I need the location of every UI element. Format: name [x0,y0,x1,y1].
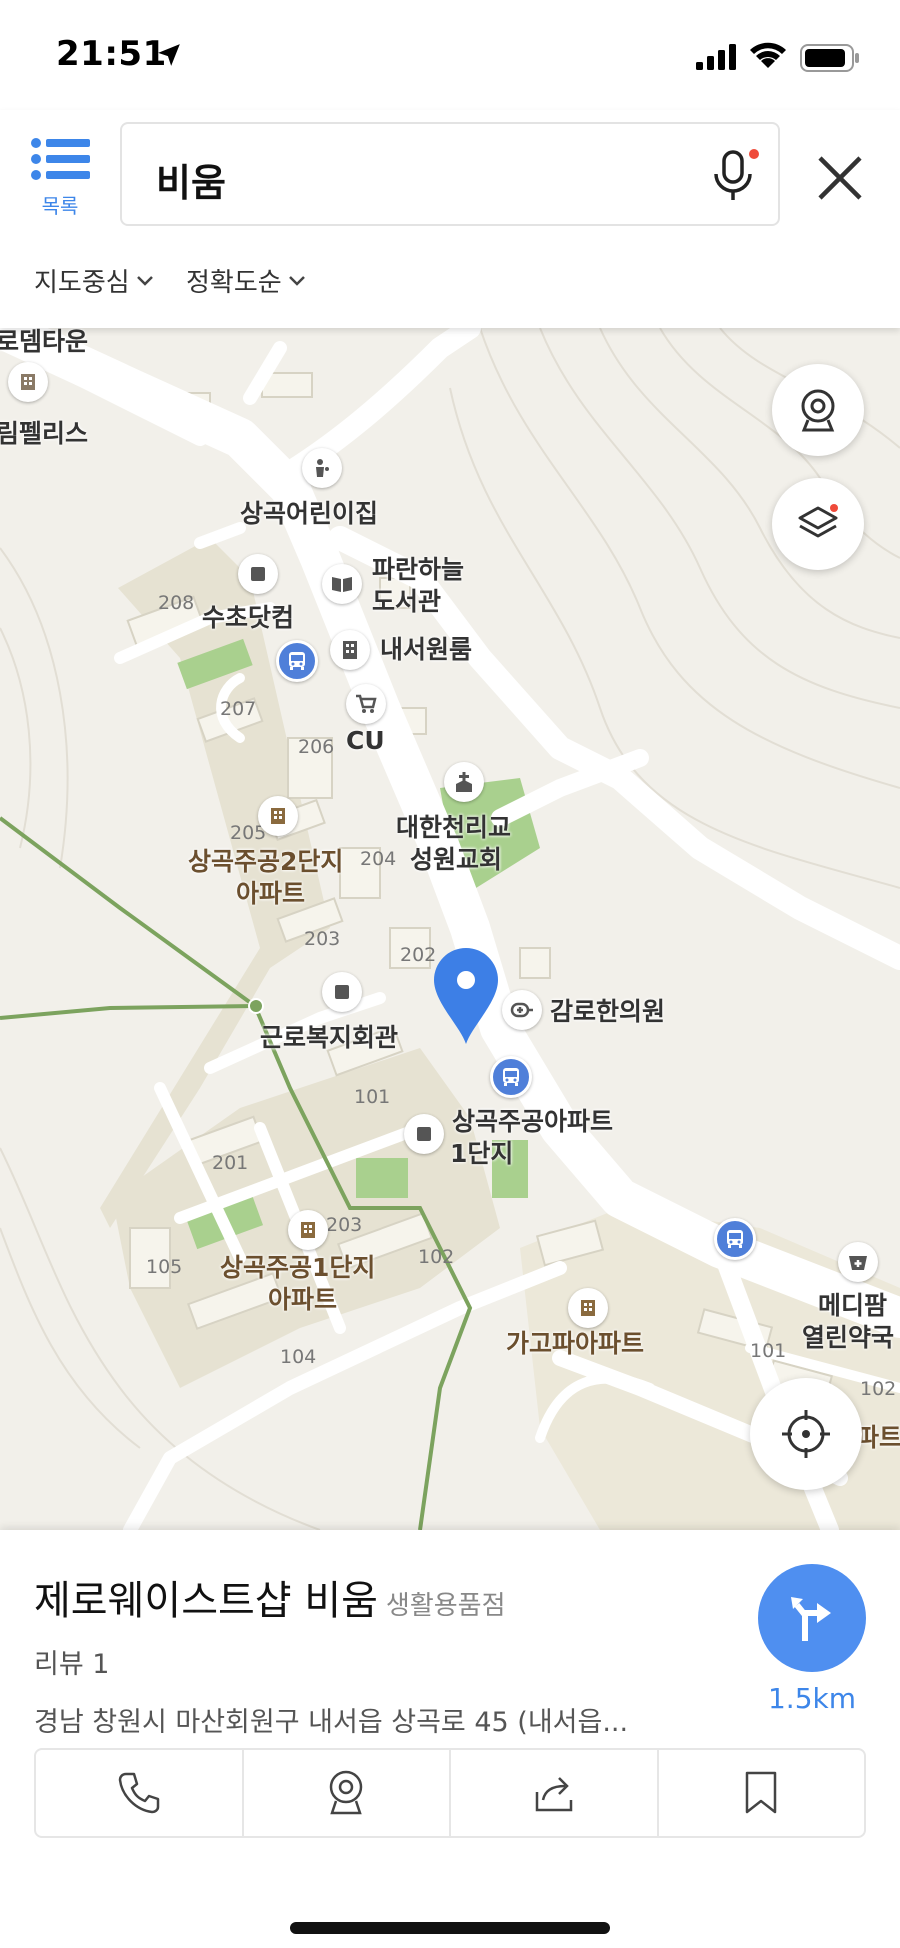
map-label: 1단지 [450,1139,514,1168]
call-button[interactable] [36,1750,244,1836]
phone-icon [118,1772,159,1814]
map-label: 상곡주공아파트 [452,1107,614,1136]
pharmacy-icon[interactable] [838,1242,878,1282]
building-icon[interactable] [330,630,370,670]
building-number: 203 [326,1214,363,1236]
daycare-icon[interactable] [302,448,342,488]
distance-label: 1.5km [767,1682,857,1715]
building-number: 105 [146,1256,183,1278]
bus-stop-icon[interactable] [714,1218,756,1260]
place-address: 경남 창원시 마산회원구 내서읍 상곡로 45 (내서읍... [34,1707,629,1738]
building-number: 102 [418,1246,455,1268]
bookmark-button[interactable] [659,1750,865,1836]
map-label: 파란하늘 [372,555,465,584]
close-icon[interactable] [812,150,868,206]
chevron-down-icon [136,275,153,286]
directions-icon [791,1597,831,1641]
share-button[interactable] [451,1750,659,1836]
map-label: CU [346,726,385,755]
map-label: 도서관 [372,587,442,616]
map-label: 로뎀타운 [0,328,89,356]
search-value: 비움 [156,161,226,205]
map-label: 근로복지회관 [260,1023,399,1052]
current-location-button[interactable] [750,1378,862,1490]
selected-place-pin-icon[interactable] [430,946,502,1046]
microphone-icon[interactable] [704,146,764,206]
street-view-action-button[interactable] [244,1750,451,1836]
map-label: 내서원룸 [380,635,473,664]
map-label: 수초닷컴 [202,603,295,632]
place-title: 제로웨이스트샵 비움 [34,1578,378,1624]
apartment-icon[interactable] [568,1288,608,1328]
search-input[interactable]: 비움 [120,122,780,226]
location-arrow-icon [158,44,180,66]
store-icon[interactable] [238,554,278,594]
street-view-button[interactable] [772,364,864,456]
building-number: 203 [304,928,341,950]
map-label: 감로한의원 [550,997,666,1026]
building-number: 206 [298,736,335,758]
filter-label: 정확도순 [186,268,282,298]
list-button[interactable]: 목록 [28,136,92,226]
status-bar: 21:51 [0,0,900,110]
store-icon[interactable] [404,1114,444,1154]
home-indicator[interactable] [290,1922,610,1934]
map-view[interactable]: 로뎀타운 림펠리스 상곡어린이집 파란하늘 도서관 수초닷컴 내서원룸 CU 대… [0,328,900,1530]
building-number: 101 [750,1340,787,1362]
map-label: 상곡주공2단지 [188,847,344,876]
map-label: 가고파아파트 [506,1329,645,1358]
building-number: 207 [220,698,257,720]
signal-icon [696,44,736,70]
library-icon[interactable] [322,564,362,604]
map-label: 상곡주공1단지 [220,1253,376,1282]
apartment-icon[interactable] [258,796,298,836]
filter-accuracy[interactable]: 정확도순 [186,262,306,299]
map-label: 메디팜 [818,1291,888,1320]
action-bar [34,1748,866,1838]
clinic-icon[interactable] [502,990,542,1030]
building-number: 201 [212,1152,249,1174]
map-label: 대한천리교 [396,813,512,842]
apartment-icon[interactable] [288,1210,328,1250]
filter-label: 지도중심 [34,268,130,298]
status-time: 21:51 [56,34,167,74]
wifi-icon [750,42,786,68]
review-count[interactable]: 리뷰 1 [34,1642,109,1681]
place-category: 생활용품점 [385,1591,506,1621]
map-label: 상곡어린이집 [240,499,379,528]
cctv-icon [330,1770,363,1815]
battery-icon [800,44,859,72]
map-label: 아파트 [268,1285,338,1314]
bus-stop-icon[interactable] [276,640,318,682]
cart-icon[interactable] [346,684,386,724]
place-name[interactable]: 제로웨이스트샵 비움 생활용품점 [34,1568,506,1626]
map-label: 림펠리스 [0,419,89,448]
layers-button[interactable] [772,478,864,570]
building-number: 204 [360,848,397,870]
cctv-icon [801,389,835,432]
store-icon[interactable] [322,972,362,1012]
apartment-icon[interactable] [8,362,48,402]
place-card[interactable]: 제로웨이스트샵 비움 생활용품점 리뷰 1 경남 창원시 마산회원구 내서읍 상곡… [0,1530,900,1948]
share-icon [535,1777,572,1812]
church-icon[interactable] [444,762,484,802]
layers-icon [798,504,838,538]
chevron-down-icon [288,275,305,286]
building-number: 104 [280,1346,317,1368]
map-label: 성원교회 [410,845,503,874]
list-label: 목록 [41,194,79,218]
building-number: 101 [354,1086,391,1108]
bus-stop-icon[interactable] [490,1056,532,1098]
directions-button[interactable] [758,1564,866,1672]
map-label: 열린약국 [802,1323,895,1352]
bookmark-icon [746,1771,777,1814]
building-number: 208 [158,592,195,614]
list-icon [31,138,90,180]
building-number: 102 [860,1378,897,1400]
search-header: 목록 비움 지도중심 정확도순 [0,110,900,328]
filter-map-center[interactable]: 지도중심 [34,262,154,299]
crosshair-icon [782,1410,830,1458]
map-label: 아파트 [236,879,306,908]
map-label: 파트 [856,1423,900,1452]
